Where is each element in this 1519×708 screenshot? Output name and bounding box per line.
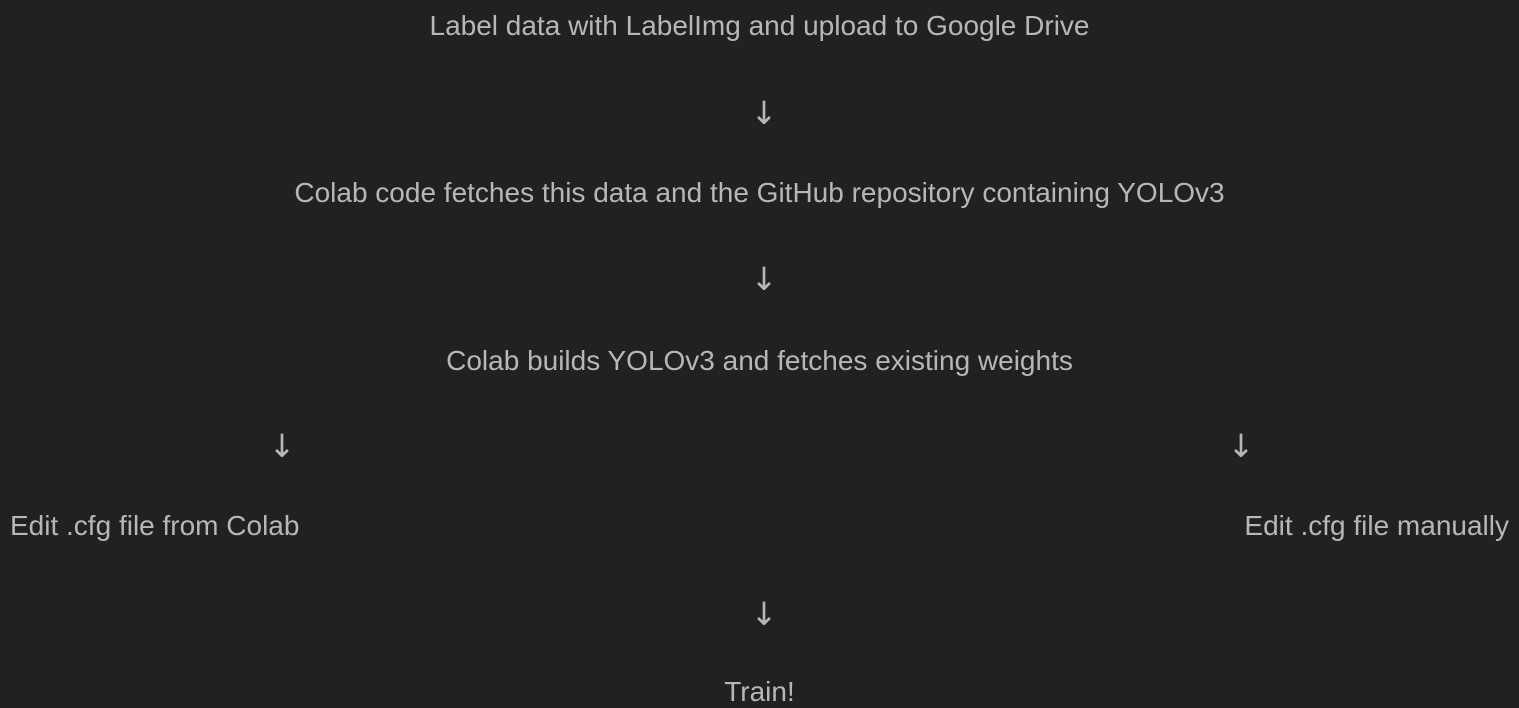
- arrow-down-left-icon: ↓: [268, 427, 296, 465]
- step-train: Train!: [724, 676, 795, 707]
- step-label-data: Label data with LabelImg and upload to G…: [429, 10, 1090, 41]
- step-fetch-data: Colab code fetches this data and the Git…: [294, 177, 1225, 208]
- arrow-down-icon: ↓: [750, 260, 778, 298]
- arrow-down-icon: ↓: [750, 94, 778, 132]
- step-build-yolo: Colab builds YOLOv3 and fetches existing…: [446, 345, 1073, 376]
- arrow-down-icon: ↓: [750, 595, 778, 633]
- step-edit-cfg-colab: Edit .cfg file from Colab: [10, 510, 300, 541]
- step-edit-cfg-manual: Edit .cfg file manually: [1244, 510, 1509, 541]
- flow-diagram: Label data with LabelImg and upload to G…: [0, 0, 1519, 708]
- arrow-down-right-icon: ↓: [1227, 427, 1255, 465]
